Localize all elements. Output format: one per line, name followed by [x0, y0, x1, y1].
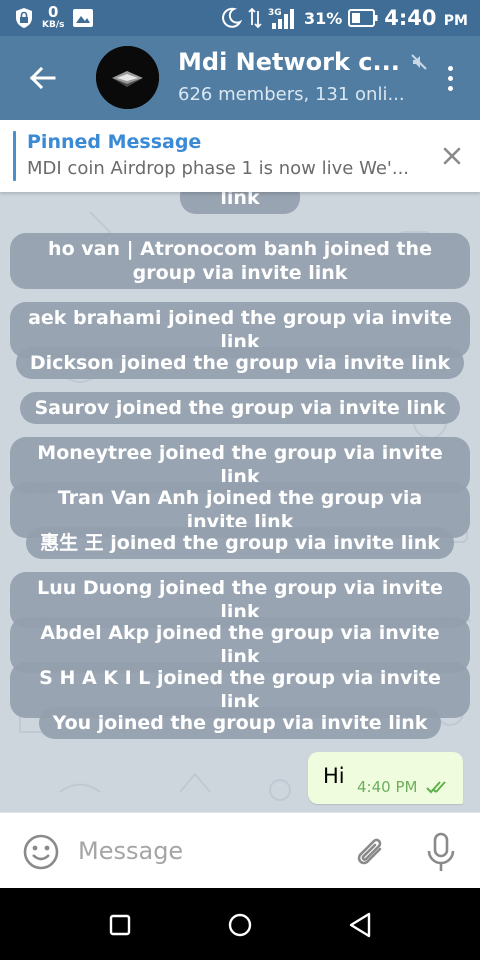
service-message-text: Saurov joined the group via invite link [20, 392, 460, 424]
more-options-button[interactable] [440, 60, 460, 96]
network-speed-value: 0 [48, 3, 59, 21]
moon-icon [222, 7, 242, 28]
close-pinned-icon[interactable] [440, 144, 464, 168]
read-checkmarks-icon [426, 781, 446, 794]
network-speed-unit: KB/s [42, 20, 65, 30]
status-bar: 0 KB/s 3G 31% 4:40 PM [0, 0, 480, 36]
service-message-text: ho van | Atronocom banh joined the group… [10, 233, 470, 289]
service-message-text: Dickson joined the group via invite link [15, 347, 465, 379]
service-message: You joined the group via invite link [0, 707, 480, 739]
chat-header: Mdi Network c... 626 members, 131 onli..… [0, 36, 480, 120]
service-message-text: link [180, 192, 300, 214]
emoji-icon[interactable] [22, 833, 60, 871]
recent-apps-icon[interactable] [103, 908, 137, 942]
more-dot [447, 85, 453, 91]
pinned-title: Pinned Message [27, 131, 202, 153]
chat-title[interactable]: Mdi Network c... [178, 48, 428, 76]
chat-title-text: Mdi Network c... [178, 48, 400, 76]
muted-icon [411, 54, 427, 70]
group-logo-icon [96, 46, 159, 109]
service-message: Saurov joined the group via invite link [0, 392, 480, 424]
svg-text:3G: 3G [268, 8, 282, 18]
clock-time: 4:40 [384, 6, 437, 30]
attach-icon[interactable] [352, 833, 390, 873]
signal-icon: 3G [268, 8, 294, 29]
shield-icon [16, 7, 32, 28]
service-message: 惠生 王 joined the group via invite link [0, 527, 480, 559]
pinned-accent-bar [13, 131, 16, 181]
pinned-text: MDI coin Airdrop phase 1 is now live We'… [27, 158, 410, 179]
more-dot [447, 65, 453, 71]
more-dot [447, 75, 453, 81]
gallery-icon [73, 8, 94, 27]
network-speed: 0 KB/s [42, 5, 64, 30]
clock-ampm: PM [443, 13, 468, 29]
battery-icon [348, 9, 378, 27]
message-composer [0, 812, 480, 888]
battery-percent: 31% [303, 8, 343, 28]
message-input[interactable] [78, 833, 338, 869]
home-icon[interactable] [223, 908, 257, 942]
clock: 4:40 PM [384, 6, 468, 30]
service-message: link [0, 192, 480, 214]
back-nav-icon[interactable] [343, 908, 377, 942]
group-avatar[interactable] [96, 46, 159, 109]
outgoing-message-bubble[interactable]: Hi 4:40 PM [308, 752, 463, 804]
service-message-text: You joined the group via invite link [38, 707, 442, 739]
system-navigation-bar [0, 888, 480, 960]
back-arrow-icon [29, 66, 56, 90]
chat-subtitle: 626 members, 131 onli... [178, 84, 405, 105]
back-button[interactable] [22, 60, 62, 96]
data-arrows-icon [248, 7, 262, 29]
service-message: ho van | Atronocom banh joined the group… [0, 233, 480, 289]
service-message-text: 惠生 王 joined the group via invite link [26, 527, 454, 559]
pinned-message[interactable]: Pinned Message MDI coin Airdrop phase 1 … [0, 120, 480, 192]
service-message: Dickson joined the group via invite link [0, 347, 480, 379]
message-text: Hi [323, 764, 345, 788]
microphone-icon[interactable] [424, 831, 458, 875]
message-time: 4:40 PM [357, 778, 418, 796]
chat-area[interactable]: link ho van | Atronocom banh joined the … [0, 192, 480, 812]
